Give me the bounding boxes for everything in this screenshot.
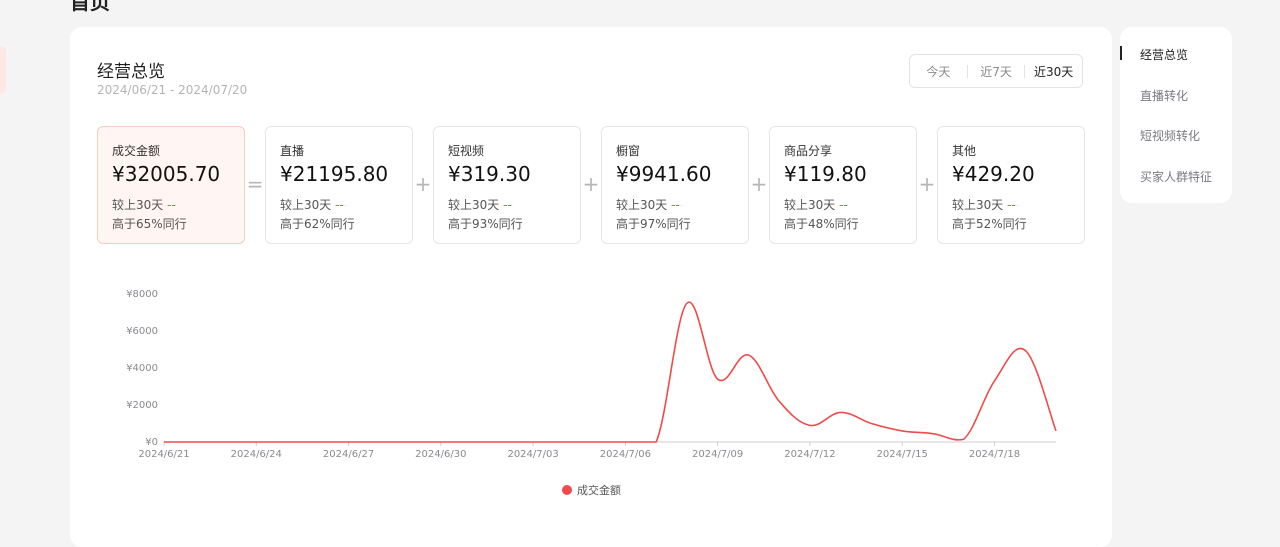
metric-card-live[interactable]: 直播 ¥21195.80 较上30天 -- 高于62%同行 [265,126,413,244]
y-tick-label: ¥0 [145,437,158,448]
plus-sign: + [582,172,600,196]
compare-value: -- [503,198,512,212]
x-tick-label: 2024/7/06 [600,449,651,460]
period-30-days[interactable]: 近30天 [1025,63,1082,80]
metric-peer-rank: 高于62%同行 [280,217,355,231]
compare-value: -- [167,198,176,212]
metric-label: 橱窗 [616,144,641,158]
section-nav: 经营总览 直播转化 短视频转化 买家人群特征 [1120,27,1232,203]
page-heading: 首页 [70,0,110,14]
metric-value: ¥32005.70 [112,162,221,186]
metric-label: 成交金额 [112,144,161,158]
gmv-trend-chart[interactable]: ¥0 ¥2000 ¥4000 ¥6000 ¥8000 2024/6/21 2024/6/24… [70,282,1112,472]
metric-peer-rank: 高于52%同行 [952,217,1027,231]
x-tick-label: 2024/6/30 [415,449,466,460]
y-tick-label: ¥2000 [126,400,158,411]
chart-legend[interactable]: 成交金额 [562,482,621,498]
metric-card-gmv[interactable]: 成交金额 ¥32005.70 较上30天 -- 高于65%同行 [97,126,245,244]
metric-card-showcase[interactable]: 橱窗 ¥9941.60 较上30天 -- 高于97%同行 [601,126,749,244]
metric-peer-rank: 高于97%同行 [616,217,691,231]
plus-sign: + [414,172,432,196]
compare-value: -- [839,198,848,212]
legend-marker [562,485,572,495]
x-tick-label: 2024/7/09 [692,449,743,460]
compare-value: -- [335,198,344,212]
x-tick-label: 2024/6/24 [231,449,282,460]
metric-value: ¥21195.80 [280,162,389,186]
compare-value: -- [1007,198,1016,212]
nav-short-video-conversion[interactable]: 短视频转化 [1140,127,1200,144]
y-tick-label: ¥6000 [126,326,158,337]
nav-buyer-profile[interactable]: 买家人群特征 [1140,168,1212,185]
equals-sign: = [246,172,264,196]
metric-compare: 较上30天 -- [784,198,848,212]
x-tick-label: 2024/6/27 [323,449,374,460]
overview-card: 经营总览 2024/06/21 - 2024/07/20 今天 近7天 近30天… [70,27,1112,547]
series-line-gmv [163,301,1057,443]
x-tick-label: 2024/7/12 [784,449,835,460]
metric-label: 直播 [280,144,305,158]
metric-peer-rank: 高于93%同行 [448,217,523,231]
metric-compare: 较上30天 -- [112,198,176,212]
metric-label: 短视频 [448,144,485,158]
metric-value: ¥119.80 [784,162,867,186]
metric-label: 其他 [952,144,977,158]
period-today[interactable]: 今天 [910,63,967,80]
metric-card-short-video[interactable]: 短视频 ¥319.30 较上30天 -- 高于93%同行 [433,126,581,244]
y-tick-label: ¥4000 [126,363,158,374]
x-tick-label: 2024/7/18 [969,449,1020,460]
period-7-days[interactable]: 近7天 [968,63,1025,80]
date-range: 2024/06/21 - 2024/07/20 [97,83,248,97]
x-tick-label: 2024/7/03 [507,449,558,460]
compare-value: -- [671,198,680,212]
metric-card-other[interactable]: 其他 ¥429.20 较上30天 -- 高于52%同行 [937,126,1085,244]
nav-live-conversion[interactable]: 直播转化 [1140,87,1188,104]
metric-value: ¥429.20 [952,162,1035,186]
metric-compare: 较上30天 -- [952,198,1016,212]
x-tick-label: 2024/7/15 [877,449,928,460]
metric-compare: 较上30天 -- [280,198,344,212]
nav-business-overview[interactable]: 经营总览 [1140,46,1188,63]
active-marker [1120,46,1122,60]
legend-label: 成交金额 [577,484,621,497]
overview-title: 经营总览 [97,62,165,82]
metric-peer-rank: 高于65%同行 [112,217,187,231]
metric-compare: 较上30天 -- [448,198,512,212]
x-tick-label: 2024/6/21 [138,449,189,460]
collapsed-nav-indicator[interactable] [0,46,6,94]
plus-sign: + [918,172,936,196]
period-selector: 今天 近7天 近30天 [909,54,1083,88]
plus-sign: + [750,172,768,196]
metric-label: 商品分享 [784,144,833,158]
metric-value: ¥319.30 [448,162,531,186]
y-tick-label: ¥8000 [126,289,158,300]
metric-value: ¥9941.60 [616,162,712,186]
metric-card-product-share[interactable]: 商品分享 ¥119.80 较上30天 -- 高于48%同行 [769,126,917,244]
metric-peer-rank: 高于48%同行 [784,217,859,231]
metric-compare: 较上30天 -- [616,198,680,212]
